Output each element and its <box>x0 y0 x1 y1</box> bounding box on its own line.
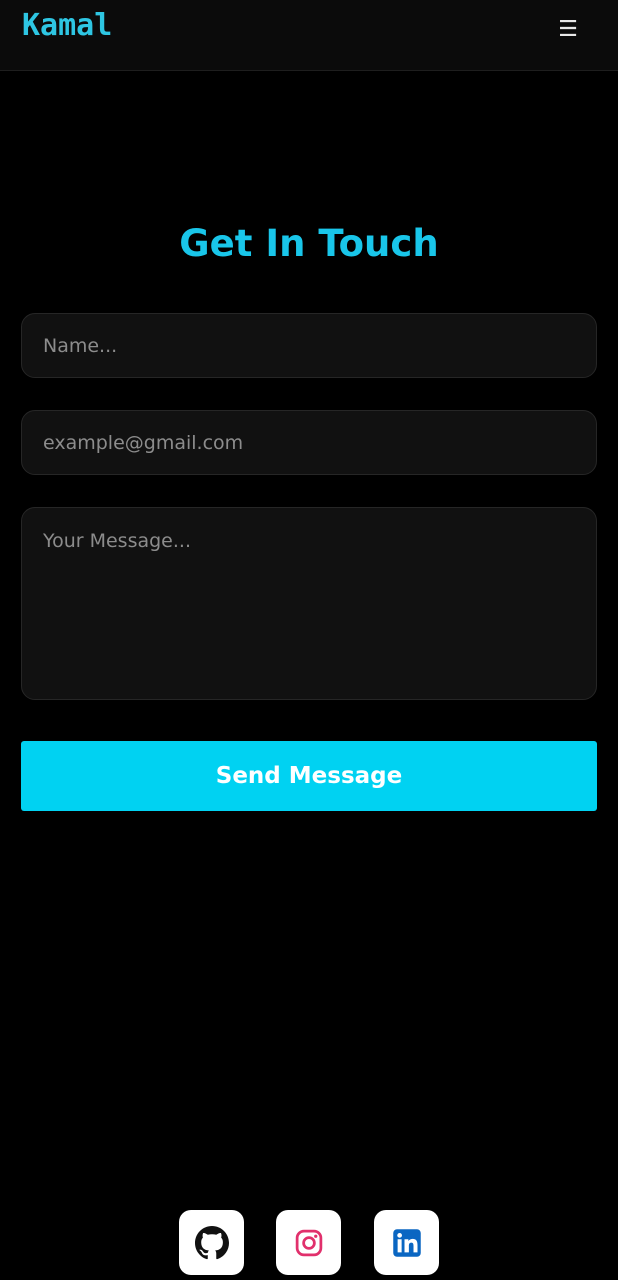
instagram-icon <box>295 1229 322 1256</box>
message-textarea[interactable] <box>21 507 597 700</box>
email-input[interactable] <box>21 410 597 475</box>
logo[interactable]: Kamal <box>22 8 112 43</box>
hamburger-menu-icon[interactable]: ☰ <box>552 14 584 46</box>
send-message-button[interactable]: Send Message <box>21 741 597 811</box>
page-title: Get In Touch <box>179 222 439 265</box>
instagram-link[interactable] <box>276 1210 341 1275</box>
name-input[interactable] <box>21 313 597 378</box>
contact-page: Kamal ☰ Get In Touch Send Message <box>0 0 618 1280</box>
github-link[interactable] <box>179 1210 244 1275</box>
linkedin-icon <box>392 1228 421 1257</box>
navbar: Kamal ☰ <box>0 0 618 71</box>
linkedin-link[interactable] <box>374 1210 439 1275</box>
github-icon <box>194 1225 229 1259</box>
